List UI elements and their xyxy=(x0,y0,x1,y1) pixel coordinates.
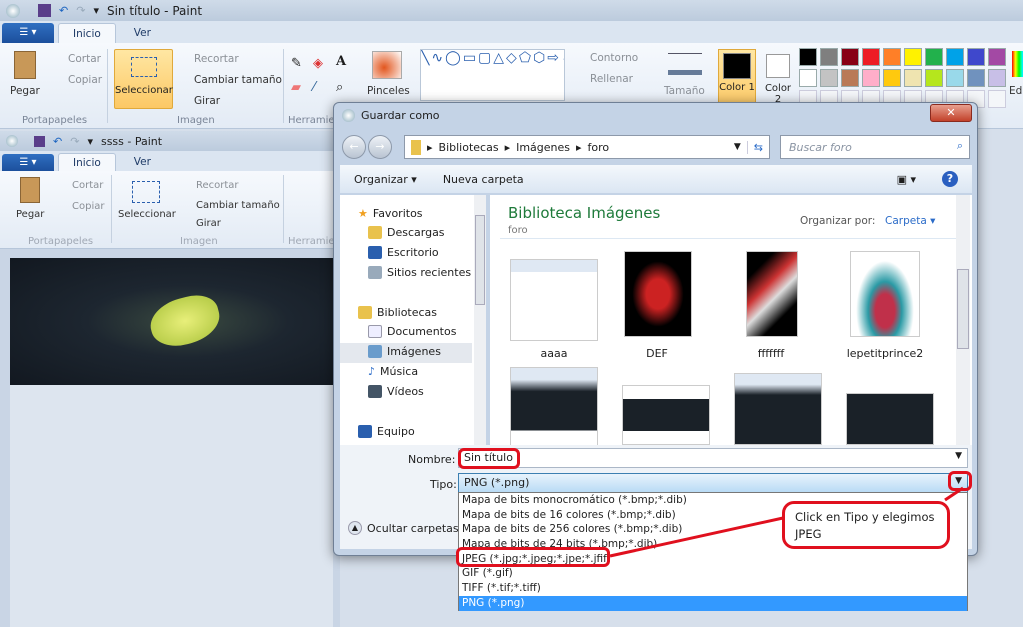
annotation-callout: Click en Tipo y elegimos JPEG xyxy=(782,501,950,549)
highlight-jpeg-option xyxy=(456,547,610,567)
annotation-line-to-jpeg xyxy=(609,516,784,558)
highlight-filename xyxy=(458,448,520,469)
annotation-text-line1: Click en Tipo y elegimos xyxy=(795,510,935,524)
highlight-dropdown-arrow xyxy=(948,471,972,491)
annotation-text-line2: JPEG xyxy=(795,527,822,541)
